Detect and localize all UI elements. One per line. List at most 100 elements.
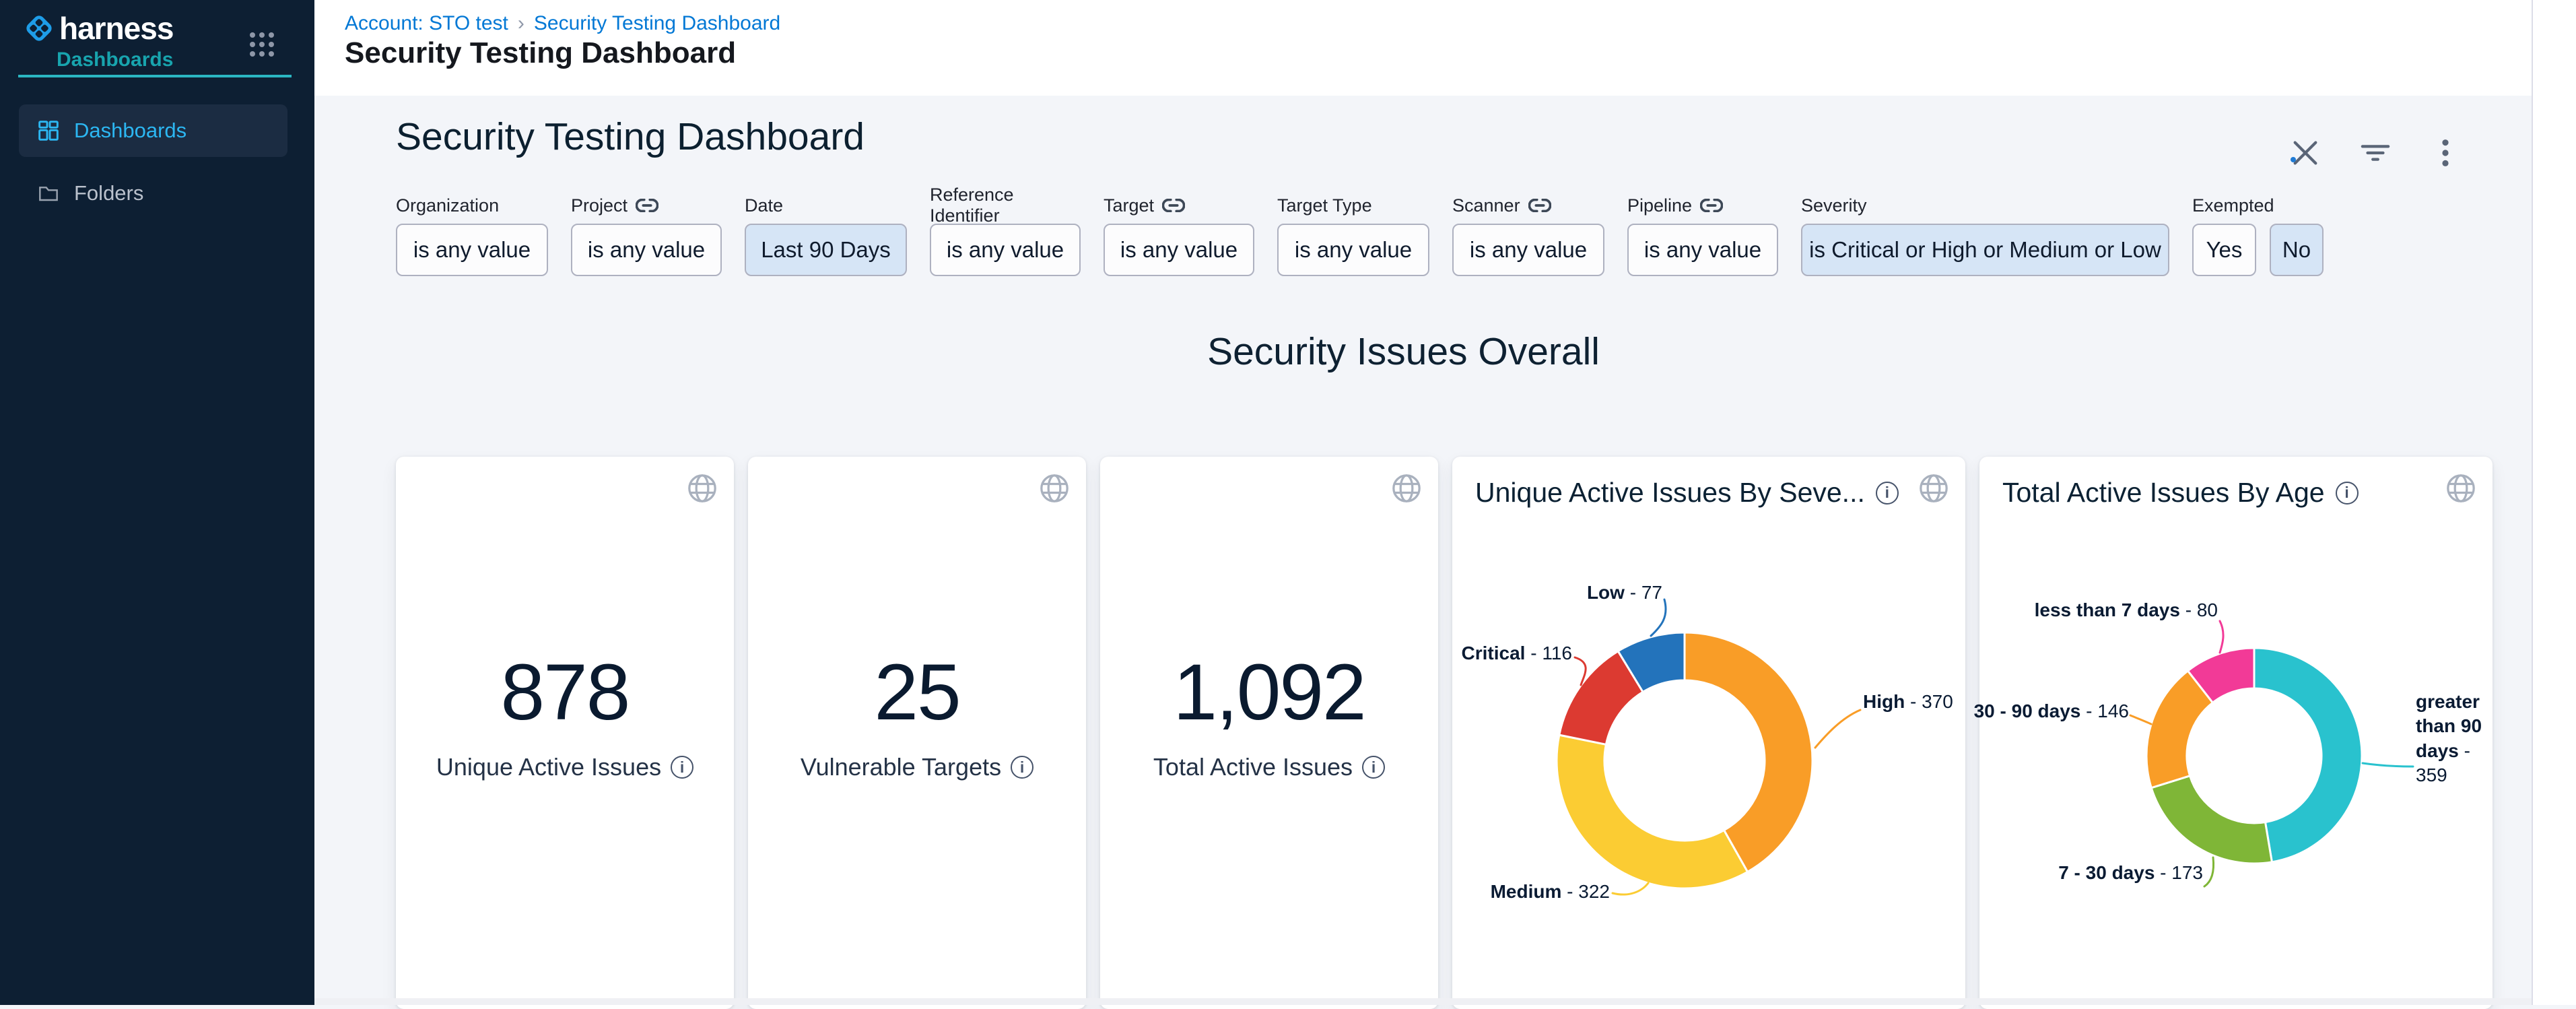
breadcrumb-account-link[interactable]: Account: STO test [345,12,508,35]
sidebar-item-label: Folders [74,181,143,205]
filter-date: Date Last 90 Days [745,194,907,276]
globe-icon[interactable] [1391,473,1422,504]
filter-pipeline: Pipeline is any value [1627,194,1778,276]
breadcrumb-separator-icon: › [518,12,524,35]
donut-label-critical: Critical - 116 [1462,643,1572,664]
app-grid-icon[interactable] [250,32,274,57]
filter-icon[interactable] [2359,137,2392,169]
section-title: Security Issues Overall [314,329,2493,374]
filter-target-type-value[interactable]: is any value [1277,224,1429,276]
horizontal-scrollbar[interactable] [314,998,2532,1005]
stat-label: Total Active Issues [1100,753,1438,781]
dashboards-icon [38,120,59,141]
dashboard-content: Security Testing Dashboard Organization … [314,96,2576,1005]
stat-label: Unique Active Issues [396,753,734,781]
filter-reference-identifier-value[interactable]: is any value [930,224,1081,276]
filter-label: Exempted [2192,195,2274,216]
dashboard-actions [2289,137,2462,169]
filter-pipeline-value[interactable]: is any value [1627,224,1778,276]
card-unique-active-issues: 878 Unique Active Issues [396,457,734,1009]
stat-label: Vulnerable Targets [748,753,1086,781]
module-divider [18,75,292,77]
donut-label-greater-than-90-days: greater than 90 days - 359 [2416,690,2490,788]
donut-label-7-30-days: 7 - 30 days - 173 [2058,862,2203,884]
sidebar-item-dashboards[interactable]: Dashboards [19,104,287,157]
leader-line-greater-than-90-days [2363,763,2413,767]
harness-logo-icon [24,13,54,43]
exempted-yes-button[interactable]: Yes [2192,224,2256,276]
link-icon [1528,199,1551,212]
donut-label-30-90-days: 30 - 90 days - 146 [1974,701,2129,722]
brand-logo[interactable]: harness [24,13,173,43]
leader-line-high [1815,710,1860,748]
filter-label: Reference Identifier [930,185,1081,226]
donut-slice-medium[interactable] [1557,735,1748,888]
sidebar-item-label: Dashboards [74,119,187,143]
leader-line-low [1651,599,1666,636]
filter-project-value[interactable]: is any value [571,224,722,276]
filter-severity-value[interactable]: is Critical or High or Medium or Low [1801,224,2169,276]
donut-slice-7-30-days[interactable] [2151,776,2272,864]
link-icon [1700,199,1723,212]
exempted-no-button[interactable]: No [2270,224,2324,276]
leader-line-less-than-7-days [2220,621,2223,653]
info-icon[interactable] [1362,756,1385,779]
card-vulnerable-targets: 25 Vulnerable Targets [748,457,1086,1009]
filter-label: Pipeline [1627,195,1692,216]
filter-target-type: Target Type is any value [1277,194,1429,276]
filter-severity: Severity is Critical or High or Medium o… [1801,194,2169,276]
stat-label-text: Unique Active Issues [436,753,661,781]
info-icon[interactable] [1011,756,1033,779]
dashboard-title: Security Testing Dashboard [396,115,865,159]
filter-label: Organization [396,195,499,216]
card-issues-by-severity: Unique Active Issues By Seve... Low - 77… [1452,457,1965,1009]
stat-value: 25 [748,647,1086,738]
module-label: Dashboards [57,48,173,71]
leader-line-medium [1613,883,1648,894]
filter-label: Target [1104,195,1154,216]
close-icon[interactable] [2289,137,2321,169]
filter-label: Severity [1801,195,1867,216]
filter-organization-value[interactable]: is any value [396,224,548,276]
filter-label: Date [745,195,783,216]
vertical-scrollbar[interactable] [2532,0,2576,1005]
brand-wordmark: harness [59,13,173,43]
stat-label-text: Total Active Issues [1153,753,1353,781]
donut-label-less-than-7-days: less than 7 days - 80 [2035,599,2218,621]
filter-scanner-value[interactable]: is any value [1452,224,1604,276]
globe-icon[interactable] [1039,473,1070,504]
stat-label-text: Vulnerable Targets [801,753,1001,781]
filter-date-value[interactable]: Last 90 Days [745,224,907,276]
donut-label-high: High - 370 [1863,691,1953,713]
filter-target: Target is any value [1104,194,1254,276]
donut-label-low: Low - 77 [1587,582,1662,604]
breadcrumb-page-link[interactable]: Security Testing Dashboard [534,12,780,35]
filter-exempted: Exempted Yes No [2192,194,2324,276]
filter-organization: Organization is any value [396,194,548,276]
notification-dot [2291,157,2296,162]
top-header: Account: STO test › Security Testing Das… [314,0,2576,96]
globe-icon[interactable] [687,473,718,504]
filter-label: Project [571,195,628,216]
card-issues-by-age: Total Active Issues By Age less than 7 d… [1979,457,2493,1009]
info-icon[interactable] [671,756,693,779]
filter-target-value[interactable]: is any value [1104,224,1254,276]
filter-scanner: Scanner is any value [1452,194,1604,276]
page-title: Security Testing Dashboard [345,36,736,70]
severity-donut-chart[interactable] [1452,457,1965,1009]
filter-label: Target Type [1277,195,1372,216]
filter-reference-identifier: Reference Identifier is any value [930,194,1081,276]
leader-line-30-90-days [2130,715,2151,724]
sidebar-item-folders[interactable]: Folders [19,167,287,220]
filter-bar: Organization is any value Project is any… [396,194,2324,276]
breadcrumb: Account: STO test › Security Testing Das… [345,12,780,35]
kebab-menu-icon[interactable] [2429,137,2462,169]
link-icon [636,199,658,212]
card-total-active-issues: 1,092 Total Active Issues [1100,457,1438,1009]
donut-slice-high[interactable] [1685,632,1812,872]
donut-label-medium: Medium - 322 [1491,881,1610,903]
stat-value: 878 [396,647,734,738]
donut-slice-greater-than-90-days[interactable] [2254,648,2362,862]
link-icon [1162,199,1185,212]
sidebar: harness Dashboards Dashboards Folders [0,0,314,1005]
